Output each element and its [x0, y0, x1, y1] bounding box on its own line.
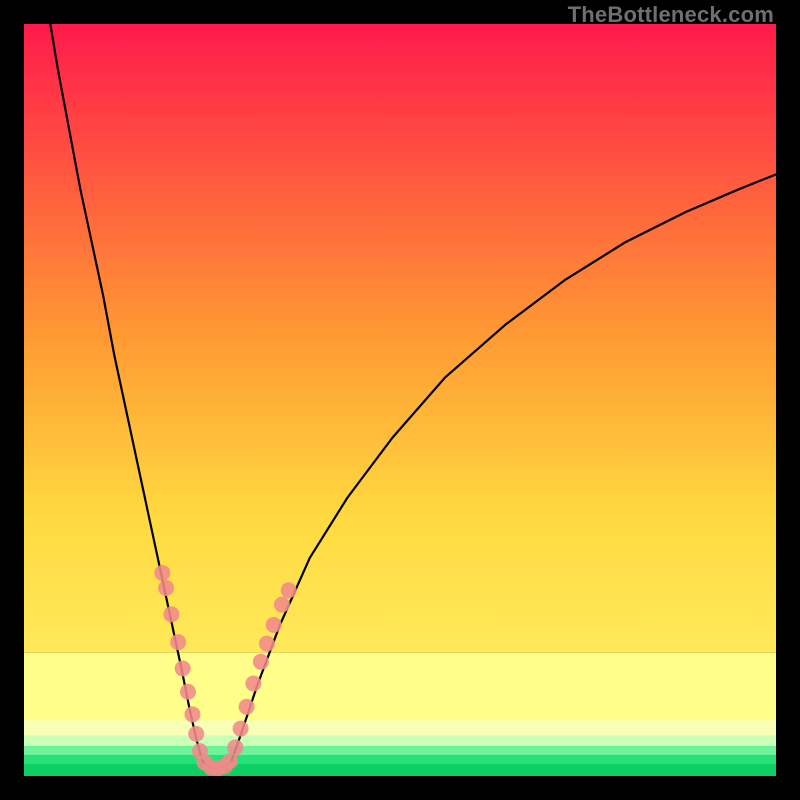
chart-frame: [24, 24, 776, 776]
marker-left-marker-cluster-1: [158, 580, 174, 596]
marker-right-marker-cluster-2: [239, 699, 255, 715]
marker-right-marker-cluster-5: [259, 636, 275, 652]
marker-right-marker-cluster-6: [266, 617, 282, 633]
band-1: [24, 720, 776, 736]
watermark-text: TheBottleneck.com: [568, 2, 774, 28]
marker-left-marker-cluster-3: [170, 634, 186, 650]
band-3: [24, 746, 776, 756]
marker-left-marker-cluster-4: [175, 660, 191, 676]
band-2: [24, 735, 776, 746]
band-0: [24, 653, 776, 721]
marker-left-marker-cluster-2: [163, 606, 179, 622]
marker-right-marker-cluster-3: [245, 676, 261, 692]
marker-right-marker-cluster-4: [253, 654, 269, 670]
chart-svg: [24, 24, 776, 776]
marker-right-marker-cluster-8: [281, 582, 297, 598]
marker-left-marker-cluster-6: [184, 706, 200, 722]
marker-left-marker-cluster-5: [180, 684, 196, 700]
marker-right-marker-cluster-0: [227, 739, 243, 755]
marker-right-marker-cluster-1: [233, 721, 249, 737]
band-4: [24, 755, 776, 765]
band-5: [24, 764, 776, 776]
marker-right-marker-cluster-7: [274, 597, 290, 613]
gradient-bg: [24, 24, 776, 653]
marker-left-marker-cluster-0: [154, 565, 170, 581]
marker-left-marker-cluster-7: [188, 726, 204, 742]
